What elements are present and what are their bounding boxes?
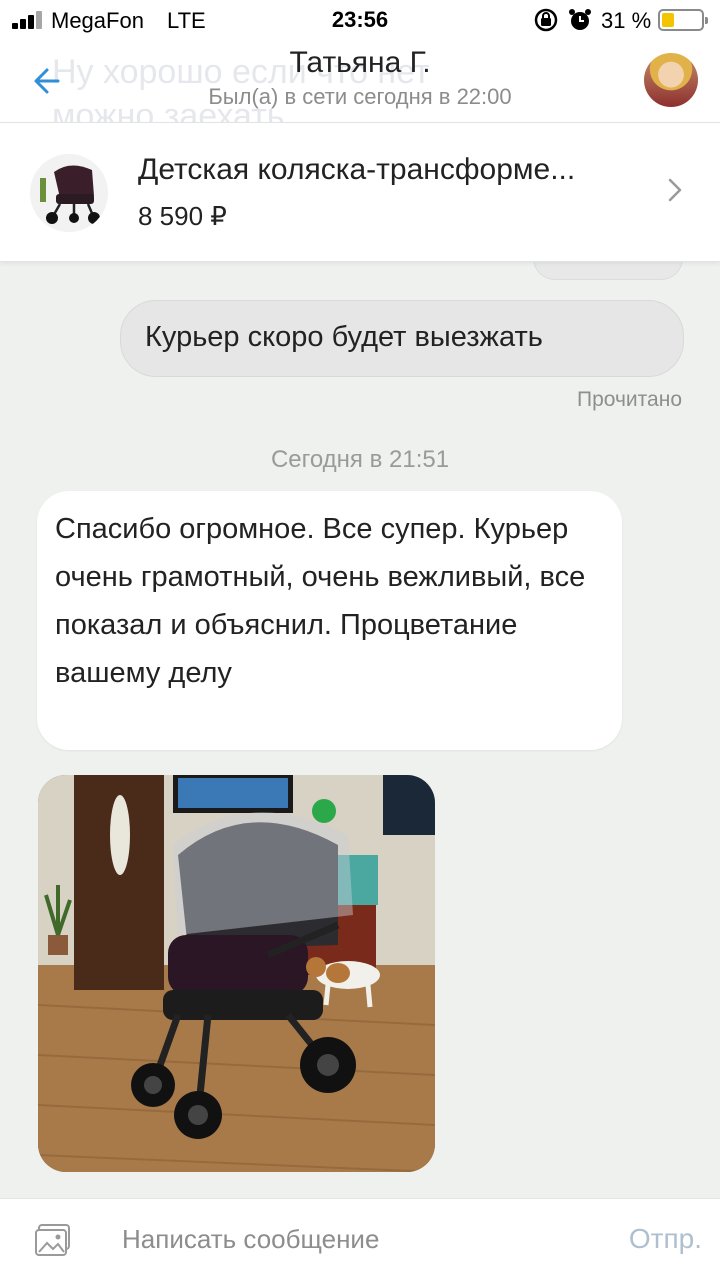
incoming-message-bubble[interactable]: Спасибо огромное. Все супер. Курьер очен… bbox=[37, 491, 622, 750]
battery-icon bbox=[658, 9, 708, 31]
product-card[interactable]: Детская коляска-трансформе... 8 590 ₽ bbox=[0, 122, 720, 262]
battery-percent: 31 % bbox=[601, 8, 652, 33]
message-input[interactable] bbox=[122, 1221, 582, 1257]
product-price: 8 590 ₽ bbox=[138, 201, 227, 231]
status-bar: MegaFon LTE 23:56 31 % bbox=[0, 0, 720, 40]
attach-photo-button[interactable] bbox=[34, 1223, 72, 1257]
outgoing-message-text: Курьер скоро будет выезжать bbox=[145, 321, 543, 353]
alarm-icon bbox=[569, 9, 591, 30]
product-title: Детская коляска-трансформе... bbox=[138, 153, 576, 186]
image-attach-icon bbox=[35, 1224, 70, 1256]
battery-fill bbox=[662, 13, 674, 27]
outgoing-message-bubble[interactable]: Курьер скоро будет выезжать bbox=[120, 300, 684, 377]
message-composer: Отпр. bbox=[0, 1198, 720, 1280]
photo-message[interactable] bbox=[38, 775, 435, 1172]
chat-title[interactable]: Татьяна Г. bbox=[0, 46, 720, 80]
date-separator: Сегодня в 21:51 bbox=[270, 446, 450, 473]
chat-header: Ну хорошо если что нет можно заехать Тат… bbox=[0, 40, 720, 122]
last-seen-status: Был(а) в сети сегодня в 22:00 bbox=[208, 84, 512, 109]
product-thumbnail bbox=[30, 154, 108, 232]
chevron-right-icon bbox=[668, 178, 682, 202]
status-icons bbox=[534, 8, 591, 32]
rotation-lock-icon bbox=[534, 8, 558, 32]
incoming-message-text: Спасибо огромное. Все супер. Курьер очен… bbox=[55, 513, 586, 689]
read-status: Прочитано bbox=[577, 388, 682, 411]
send-button[interactable]: Отпр. bbox=[629, 1223, 702, 1255]
avatar[interactable] bbox=[644, 53, 698, 107]
